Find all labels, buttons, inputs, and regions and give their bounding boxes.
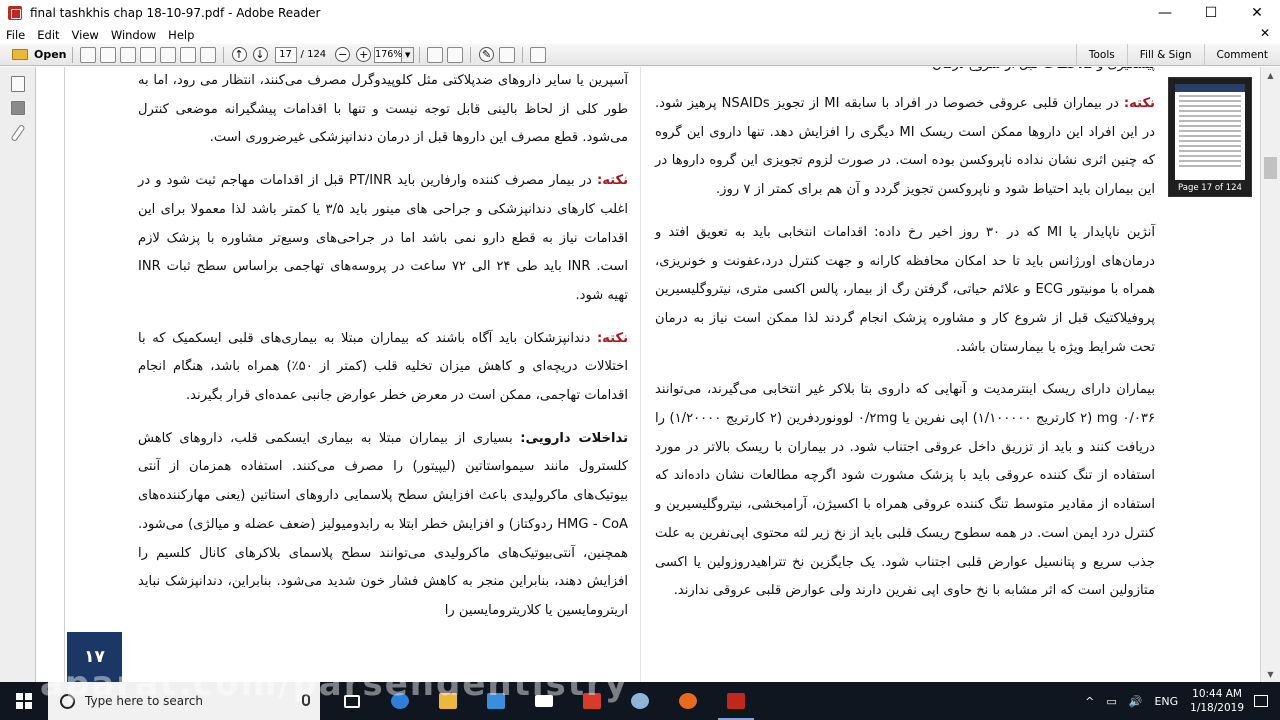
combine-files-icon[interactable] <box>139 46 156 63</box>
note-label: نکته: <box>1123 96 1155 111</box>
minimize-button[interactable]: — <box>1142 0 1188 26</box>
fit-page-icon[interactable] <box>427 46 444 63</box>
scroll-up-icon[interactable]: ▲ <box>1261 67 1280 83</box>
toolbar-right-panel: Tools Fill & Sign Comment <box>1075 44 1280 66</box>
open-button[interactable]: Open <box>12 48 67 61</box>
note-label: نکته: <box>596 173 629 189</box>
folder-icon <box>12 49 28 60</box>
menu-window[interactable]: Window <box>105 28 162 42</box>
toolbar-divider <box>222 46 224 63</box>
section-label: تداخلات دارویی: <box>520 430 628 446</box>
page-edge <box>64 67 65 682</box>
toolbar-divider <box>71 46 73 63</box>
expand-icon[interactable] <box>530 46 547 63</box>
export-pdf-icon[interactable] <box>99 46 116 63</box>
note-label: نکته: <box>596 330 628 346</box>
paragraph-text: دندانپزشکان باید آگاه باشند که بیماران م… <box>138 330 628 404</box>
paragraph: نکته: در بیماران قلبی عروقی خصوصا در افر… <box>655 90 1155 205</box>
zoom-level-field[interactable]: 176% <box>374 46 402 63</box>
paragraph-text: در بیمار مصرف کننده وارفارین باید PT/INR… <box>138 173 628 303</box>
zoom-out-icon[interactable]: − <box>335 47 351 62</box>
close-button[interactable]: ✕ <box>1234 0 1280 26</box>
menu-view[interactable]: View <box>66 28 105 42</box>
navigation-pane <box>0 67 36 682</box>
menu-help[interactable]: Help <box>162 28 200 42</box>
previous-page-icon[interactable]: ↑ <box>231 47 247 62</box>
adobe-reader-taskbar-icon[interactable] <box>712 682 760 720</box>
thumbnail-page-preview <box>1175 84 1245 180</box>
thumbnail-label: Page 17 of 124 <box>1178 183 1242 193</box>
tools-button[interactable]: Tools <box>1075 44 1127 66</box>
scroll-down-icon[interactable]: ▼ <box>1261 666 1280 682</box>
paragraph: نکته: دندانپزشکان باید آگاه باشند که بیم… <box>138 325 628 411</box>
column-gutter <box>640 67 641 682</box>
window-title: final tashkhis chap 18-10-97.pdf - Adobe… <box>30 6 321 20</box>
network-icon[interactable]: ▭ <box>1106 695 1116 708</box>
next-page-icon[interactable]: ↓ <box>252 47 268 62</box>
clock-date: 1/18/2019 <box>1190 702 1244 714</box>
edit-pdf-icon[interactable] <box>119 46 136 63</box>
language-indicator[interactable]: ENG <box>1154 695 1178 708</box>
video-watermark: aparat.com/parsendentistry <box>40 664 629 704</box>
show-hidden-icons-button[interactable]: ^ <box>1085 695 1094 708</box>
menu-edit[interactable]: Edit <box>31 28 65 42</box>
open-label: Open <box>34 48 67 61</box>
page-thumbnails-icon[interactable] <box>10 76 25 92</box>
zoom-in-icon[interactable]: + <box>356 47 372 62</box>
volume-icon[interactable]: 🔊 <box>1129 695 1143 708</box>
windows-logo-icon <box>16 693 32 709</box>
menu-bar: File Edit View Window Help ✕ <box>0 26 1280 44</box>
scrollbar-thumb[interactable] <box>1264 157 1277 179</box>
email-icon[interactable] <box>199 46 216 63</box>
partial-text-line: پیشگیری و ملاحظات قبل از شروع درمان <box>655 67 1155 75</box>
vertical-scrollbar[interactable]: ▲ ▼ <box>1260 67 1280 682</box>
menu-file[interactable]: File <box>0 28 31 42</box>
paragraph: آسپرین یا سایر داروهای ضدپلاکتی مثل کلوپ… <box>138 73 628 146</box>
toolbar-divider <box>470 46 472 63</box>
right-text-column: نکته: در بیماران قلبی عروقی خصوصا در افر… <box>655 90 1155 620</box>
adobe-reader-icon <box>8 6 22 20</box>
save-icon[interactable] <box>159 46 176 63</box>
toolbar-divider <box>419 46 421 63</box>
sign-icon[interactable] <box>499 46 516 63</box>
paragraph: نکته: در بیمار مصرف کننده وارفارین باید … <box>138 167 628 311</box>
paragraph: آنژین ناپایدار یا MI که در ۳۰ روز اخیر ر… <box>655 224 1155 355</box>
paragraph: بیماران دارای ریسک اینترمدیت و آنهایی که… <box>655 382 1155 599</box>
toolbar-divider <box>522 46 524 63</box>
bookmarks-icon[interactable] <box>10 101 25 115</box>
paragraph-text: بسیاری از بیماران مبتلا به بیماری ایسکمی… <box>138 430 628 618</box>
attachments-icon[interactable] <box>9 123 26 143</box>
window-controls: — ☐ ✕ <box>1142 0 1280 26</box>
notifications-icon[interactable] <box>1254 695 1268 707</box>
create-pdf-icon[interactable] <box>79 46 96 63</box>
document-view[interactable]: پیشگیری و ملاحظات قبل از شروع درمان نکته… <box>37 67 1260 682</box>
close-document-button[interactable]: ✕ <box>1260 26 1270 40</box>
paragraph-text: در بیماران قلبی عروقی خصوصا در افراد با … <box>655 96 1155 198</box>
fit-width-icon[interactable] <box>447 46 464 63</box>
zoom-dropdown-icon[interactable]: ▼ <box>402 46 415 63</box>
fill-sign-button[interactable]: Fill & Sign <box>1126 44 1204 66</box>
toolbar: Open ↑ ↓ 17 / 124 − + 176% ▼ ✎ Tools Fil… <box>0 44 1280 66</box>
comment-bubble-icon[interactable]: ✎ <box>479 47 495 62</box>
clock[interactable]: 10:44 AM 1/18/2019 <box>1190 687 1244 715</box>
clock-time: 10:44 AM <box>1192 688 1242 700</box>
page-thumbnail[interactable]: Page 17 of 124 <box>1168 77 1252 197</box>
page-total: / 124 <box>300 49 327 60</box>
print-icon[interactable] <box>179 46 196 63</box>
paragraph: تداخلات دارویی: بسیاری از بیماران مبتلا … <box>138 425 628 626</box>
left-text-column: آسپرین یا سایر داروهای ضدپلاکتی مثل کلوپ… <box>138 67 628 640</box>
comment-button[interactable]: Comment <box>1203 44 1280 66</box>
firefox-icon[interactable] <box>664 682 712 720</box>
maximize-button[interactable]: ☐ <box>1188 0 1234 26</box>
title-bar: final tashkhis chap 18-10-97.pdf - Adobe… <box>0 0 1280 26</box>
system-tray: ^ ▭ 🔊 ENG 10:44 AM 1/18/2019 <box>1079 682 1280 720</box>
page-number-input[interactable]: 17 <box>274 46 297 63</box>
